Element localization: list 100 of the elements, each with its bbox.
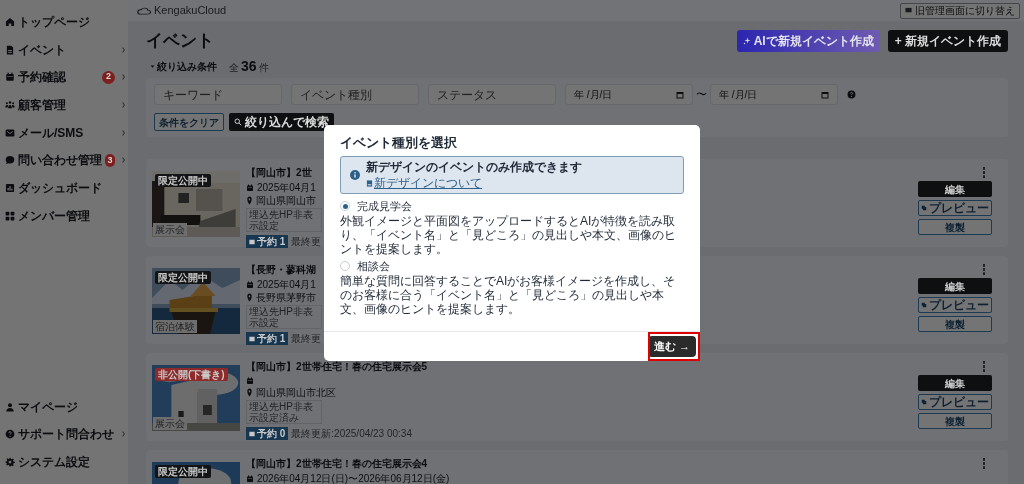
calendar-icon <box>5 72 15 83</box>
sidebar-item[interactable]: 予約確認 2 <box>0 63 128 92</box>
clear-button[interactable]: 条件をクリア <box>154 113 224 131</box>
status-badge: 限定公開中 <box>155 465 211 478</box>
category-label: 展示会 <box>153 417 187 430</box>
location-pin-icon <box>246 196 253 205</box>
option-description: 外観イメージと平面図をアップロードするとAIが特徴を読み取り、「イベント名」と「見どころ」の見出しや本文、画像のヒントを提案します。 <box>340 214 677 256</box>
preview-button[interactable]: プレビュー <box>918 394 992 410</box>
kebab-menu-icon <box>982 458 986 469</box>
preview-icon <box>921 205 927 211</box>
range-separator: 〜 <box>696 87 707 103</box>
help-icon <box>847 90 856 99</box>
event-date: 2026年04月12日(日)〜2026年06月12日(金) <box>257 472 450 484</box>
page-title: イベント <box>146 30 214 53</box>
user-icon <box>5 401 15 412</box>
event-location: 岡山県岡山市 <box>256 194 316 208</box>
new-event-button[interactable]: + 新規イベント作成 <box>887 30 1008 52</box>
sidebar-item[interactable]: メール/SMS <box>0 118 128 147</box>
sidebar-item[interactable]: 顧客管理 <box>0 91 128 119</box>
filter-toggle[interactable]: 絞り込み条件 <box>150 58 217 74</box>
settings-icon <box>5 457 15 468</box>
calendar-icon <box>249 335 255 342</box>
preview-icon <box>921 302 927 308</box>
kebab-menu-icon <box>982 264 986 275</box>
next-button[interactable]: 進む → <box>647 336 696 357</box>
notice-link[interactable]: 新デザインについて <box>366 176 582 190</box>
setting-tag: 埋込先HP非表示設定済み <box>246 400 322 424</box>
event-title: 【岡山市】2世帯住宅！春の住宅展示会4 <box>246 458 428 470</box>
last-updated: 最終更新:2025/04/23 00:34 <box>291 427 412 441</box>
event-title: 【岡山市】2世帯住宅！春の住宅展示会5 <box>246 361 428 373</box>
kebab-menu-icon <box>982 167 986 178</box>
date-field[interactable]: 年 /月/日 <box>710 84 838 105</box>
duplicate-button[interactable]: 複製 <box>918 219 992 235</box>
option-description: 簡単な質問に回答することでAIがお客様イメージを作成し、そのお客様に合う「イベント名」と「見どころ」の見出しや本文、画像のヒントを提案します。 <box>340 274 677 316</box>
edit-button[interactable]: 編集 <box>918 181 992 197</box>
edit-button[interactable]: 編集 <box>918 278 992 294</box>
preview-button[interactable]: プレビュー <box>918 200 992 216</box>
grid-icon <box>5 210 15 221</box>
search-icon <box>234 118 242 126</box>
radio-option[interactable]: 完成見学会 <box>340 199 684 213</box>
status-badge: 非公開(下書き) <box>155 368 228 381</box>
radio-option[interactable]: 相談会 <box>340 259 684 273</box>
status-badge: 限定公開中 <box>155 271 211 284</box>
edit-button[interactable]: 編集 <box>918 375 992 391</box>
event-title: 【岡山市】2世 <box>246 167 312 179</box>
sidebar-item[interactable]: イベント <box>0 35 128 64</box>
duplicate-button[interactable]: 複製 <box>918 316 992 332</box>
total-unit: 件 <box>258 60 269 75</box>
ai-create-button[interactable]: AIで新規イベント作成 <box>736 30 880 52</box>
calendar-icon <box>676 90 684 99</box>
help-icon <box>5 429 15 440</box>
sidebar-item[interactable]: ダッシュボード <box>0 174 128 202</box>
sparkle-icon <box>742 37 751 45</box>
preview-button[interactable]: プレビュー <box>918 297 992 313</box>
notice-text: 新デザインのイベントのみ作成できます <box>366 160 582 174</box>
sidebar-item[interactable]: 問い合わせ管理 3 <box>0 146 128 175</box>
event-date: 2025年04月1 <box>257 278 316 292</box>
status-badge: 限定公開中 <box>155 174 211 187</box>
duplicate-button[interactable]: 複製 <box>918 413 992 429</box>
speech-bubble-icon <box>5 155 15 166</box>
screen-icon <box>905 7 912 14</box>
modal-title: イベント種別を選択 <box>340 135 458 151</box>
logo-text: KengakuCloud <box>154 3 227 19</box>
filter-field[interactable]: ステータス <box>428 84 556 105</box>
switch-button[interactable]: 旧管理画面に切り替え <box>900 2 1020 19</box>
event-title: 【長野・蓼科湖 <box>246 264 316 276</box>
people-icon <box>5 99 15 110</box>
home-icon <box>5 16 15 27</box>
setting-tag: 埋込先HP非表示設定 <box>246 208 322 232</box>
calendar-icon <box>821 90 829 99</box>
chart-icon <box>5 182 15 193</box>
kebab-menu-icon <box>982 361 986 372</box>
preview-icon <box>921 399 927 405</box>
setting-tag: 埋込先HP非表示設定 <box>246 305 322 329</box>
cloud-icon <box>137 5 151 16</box>
reservation-badge: 予約 0 <box>246 427 289 440</box>
reservation-badge: 予約 1 <box>246 235 289 248</box>
total-count: 36 <box>241 56 257 76</box>
last-updated: 最終更 <box>291 332 322 346</box>
sidebar-item[interactable]: サポート問合わせ <box>0 420 128 449</box>
sidebar-item[interactable]: メンバー管理 <box>0 201 128 230</box>
count-badge: 2 <box>102 70 115 84</box>
sidebar-item[interactable]: マイページ <box>0 392 128 421</box>
filter-field[interactable]: キーワード <box>154 84 282 105</box>
calendar-icon <box>246 376 254 385</box>
category-label: 展示会 <box>153 223 187 236</box>
info-icon <box>350 170 360 180</box>
reservation-badge: 予約 1 <box>246 332 289 345</box>
search-button[interactable]: 絞り込んで検索 <box>229 113 334 131</box>
calendar-icon <box>249 238 255 245</box>
filter-field[interactable]: イベント種別 <box>291 84 419 105</box>
calendar-icon <box>246 183 254 192</box>
sidebar-item[interactable]: システム設定 <box>0 448 128 476</box>
sidebar-item[interactable]: トップページ <box>0 8 128 36</box>
calendar-icon <box>249 430 255 437</box>
event-location: 岡山県岡山市北区 <box>256 386 336 400</box>
count-badge: 3 <box>105 153 115 167</box>
date-field[interactable]: 年 /月/日 <box>565 84 693 105</box>
caret-down-icon <box>150 63 155 69</box>
calendar-icon <box>246 280 254 289</box>
